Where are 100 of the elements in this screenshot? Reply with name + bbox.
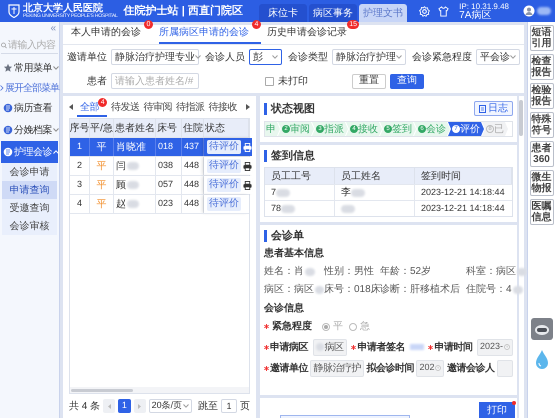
checkbox-label: 未打印 (278, 74, 308, 88)
table-row[interactable]: 1 平 肖晓准 018 437 待评价 (70, 137, 249, 156)
avatar-icon[interactable] (523, 5, 535, 17)
caret-down-icon (183, 404, 189, 408)
column-header: 签到时间 (415, 168, 512, 184)
filter-tab[interactable]: 待接收 (208, 98, 237, 116)
redaction-block (127, 200, 139, 208)
info-text: 姓名：肖 (264, 264, 304, 279)
settings-icon[interactable] (419, 6, 430, 16)
field-label: 患者 (86, 74, 107, 88)
select-field[interactable]: 彭 (249, 49, 282, 65)
table-row[interactable]: 4 平 赵 023 448 待评价 (70, 194, 249, 213)
status-button[interactable]: 待评价 (207, 140, 241, 154)
filter-tab[interactable]: 待指派 (176, 98, 204, 116)
table-cell-text: 肖晓准 (116, 140, 146, 154)
column-header: 员工工号 (265, 168, 335, 184)
field-label: 邀请会诊人 (446, 362, 494, 376)
table-cell-text: 448 (184, 159, 200, 172)
scroll-left-icon[interactable] (69, 104, 73, 110)
log-button[interactable]: 日志 (474, 101, 513, 116)
radio-label: 平 (333, 320, 343, 334)
table-cell-text: 2023-12-21 14:18:44 (421, 202, 505, 215)
redaction-block (351, 188, 365, 196)
field-label: 申请时间 (434, 340, 472, 354)
table-cell-text: 057 (158, 178, 174, 192)
tool-button[interactable]: 患者360 (530, 141, 554, 167)
select-field[interactable]: 平会诊 (476, 49, 520, 65)
print-button[interactable]: 打印 (479, 402, 515, 418)
table-cell-text: 2 (76, 159, 82, 172)
star-icon (3, 63, 13, 73)
signature-mark (410, 344, 424, 350)
document-icon (3, 147, 13, 157)
goto-label: 跳至 (198, 400, 218, 414)
submenu-item[interactable]: 申请查询 (2, 181, 57, 199)
menu-item[interactable]: 护理会诊 (1, 141, 58, 163)
filter-tab[interactable]: 待审阅 (144, 98, 172, 116)
printer-icon[interactable] (243, 180, 252, 190)
hospital-name: 北京大学人民医院 (23, 4, 104, 14)
field-label: 申请病区 (270, 340, 308, 354)
status-button[interactable]: 待评价 (207, 178, 241, 192)
scroll-right-icon[interactable] (246, 104, 250, 110)
select-field[interactable]: 静脉治疗护理专业 (111, 49, 199, 65)
tool-button[interactable]: 检查报告 (530, 54, 554, 80)
reset-button[interactable]: 重置 (352, 74, 386, 88)
section-title: 状态视图 (264, 102, 315, 114)
nav-tab[interactable]: 床位卡 (259, 4, 308, 22)
select-field[interactable]: 静脉治疗护理 (332, 49, 406, 65)
submenu-item[interactable]: 会诊申请 (2, 163, 57, 181)
status-button[interactable]: 待评价 (207, 159, 241, 173)
table-row[interactable]: 2 平 闫 038 448 待评价 (70, 156, 249, 175)
info-text: 病区：病区 (264, 282, 314, 297)
caret-down-icon (195, 55, 201, 59)
section-title: 签到信息 (264, 150, 513, 162)
scrollbar-thumb[interactable] (71, 388, 133, 392)
tool-button[interactable]: 检验报告 (530, 83, 554, 109)
search-button[interactable]: 查询 (390, 74, 424, 88)
field-label: 拟会诊时间 (366, 362, 414, 376)
ward-name: 7A病区 (459, 11, 492, 20)
table-cell-text: 78 (271, 202, 282, 215)
checkbox[interactable] (265, 76, 274, 86)
status-button[interactable]: 待评价 (207, 197, 241, 211)
redaction-block (315, 286, 324, 294)
clock-icon (435, 365, 442, 371)
table-row[interactable]: 3 平 顾 057 448 待评价 (70, 175, 249, 194)
filter-tab[interactable]: 待发送 (111, 98, 140, 116)
table-cell-text: 018 (158, 140, 174, 154)
tool-button[interactable]: 特殊符号 (530, 112, 554, 138)
submenu-item[interactable]: 受邀查询 (2, 199, 57, 217)
tool-button[interactable]: 微生物报 (530, 170, 554, 196)
caret-down-icon (272, 55, 278, 59)
radio-button[interactable] (349, 322, 357, 330)
radio-button[interactable] (322, 322, 330, 330)
submenu-item[interactable]: 会诊审核 (2, 217, 57, 235)
redaction-block (127, 162, 139, 170)
tool-button[interactable]: 医嘱信息 (530, 199, 554, 225)
scrollbar-thumb[interactable] (519, 100, 523, 136)
menu-item[interactable]: 常用菜单 (1, 57, 58, 79)
page-size-select[interactable]: 20条/页 (148, 399, 192, 413)
shirt-icon[interactable] (438, 6, 450, 16)
expand-menu-link[interactable]: 展开全部菜单 (5, 80, 59, 96)
input-field (496, 360, 513, 376)
table-cell-text: 李 (341, 186, 351, 200)
info-text: 住院号：4 (466, 282, 512, 297)
table-cell-text: 437 (184, 140, 200, 154)
chevron-right-icon (0, 85, 4, 91)
patient-input[interactable]: 请输入患者姓名/# (111, 73, 199, 89)
page-input[interactable]: 1 (221, 399, 237, 413)
menu-item[interactable]: 分娩档案 (1, 119, 58, 141)
redaction-block (127, 181, 139, 189)
printer-icon[interactable] (243, 162, 252, 170)
section-heading: 会诊信息 (264, 302, 305, 316)
table-cell-text: 3 (76, 178, 82, 192)
step-label: 申 (266, 122, 276, 136)
info-text: 年龄：52岁 (380, 264, 432, 279)
table-cell-text: 平 (96, 198, 106, 212)
tool-button[interactable]: 短语引用 (530, 25, 554, 51)
search-field[interactable]: 请输入内容 (1, 38, 58, 54)
menu-item[interactable]: 病历查看 (1, 97, 58, 119)
nav-tab[interactable]: 病区事务 (309, 4, 358, 22)
page-button[interactable]: 1 (118, 399, 131, 413)
